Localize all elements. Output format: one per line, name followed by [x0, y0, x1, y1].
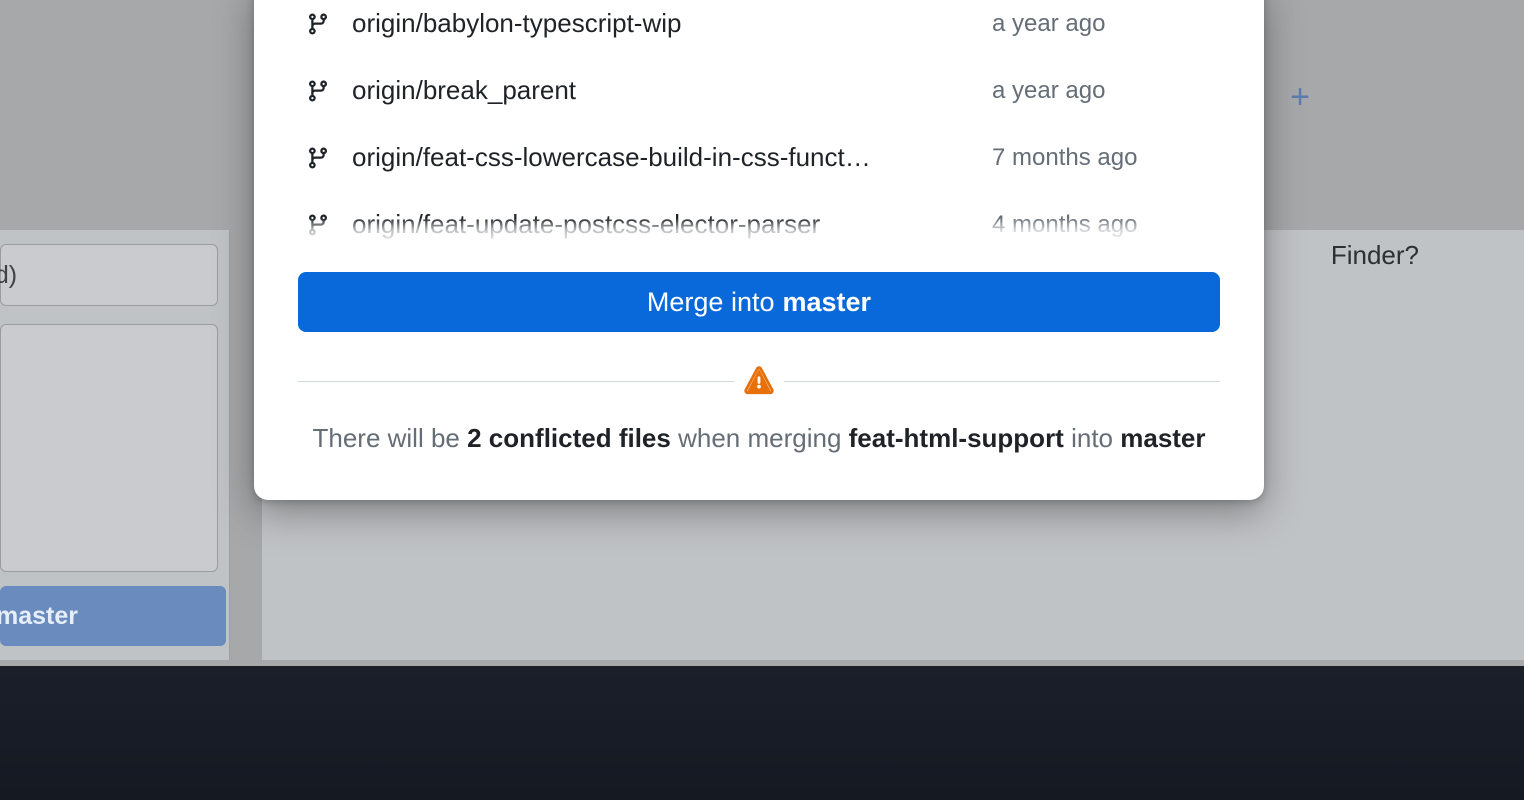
branch-row[interactable]: origin/break_parent a year ago — [254, 57, 1264, 124]
branch-time: 7 months ago — [992, 144, 1137, 172]
conflict-mid: when merging — [678, 423, 841, 453]
background-input-text: ed) — [0, 261, 17, 290]
conflict-pre: There will be — [312, 423, 459, 453]
conflict-count: 2 conflicted files — [467, 423, 671, 453]
background-finder-text: Finder? — [1331, 240, 1419, 271]
merge-into-branch-button[interactable]: Merge into master — [298, 272, 1220, 332]
git-branch-icon — [306, 211, 330, 239]
branch-name: origin/break_parent — [352, 75, 972, 106]
background-master-label: master — [0, 602, 78, 631]
branch-row[interactable]: origin/feat-update-postcss-elector-parse… — [254, 191, 1264, 248]
git-branch-icon — [306, 77, 330, 105]
plus-icon[interactable]: + — [1290, 78, 1310, 117]
branch-list[interactable]: origin/babylon-typescript-wip a year ago… — [254, 0, 1264, 248]
branch-time: 4 months ago — [992, 211, 1137, 239]
background-panel-body — [0, 324, 218, 572]
divider-line — [784, 381, 1220, 382]
branch-time: a year ago — [992, 10, 1105, 38]
conflict-warning-text: There will be 2 conflicted files when me… — [298, 418, 1220, 458]
branch-time: a year ago — [992, 77, 1105, 105]
branch-name: origin/babylon-typescript-wip — [352, 8, 972, 39]
divider-line — [298, 381, 734, 382]
background-input-field[interactable]: ed) — [0, 244, 218, 306]
conflict-post: into — [1071, 423, 1113, 453]
conflict-target-branch: master — [1120, 423, 1205, 453]
merge-section: Merge into master There will be 2 confli… — [254, 247, 1264, 458]
merge-button-target: master — [783, 287, 872, 318]
branch-name: origin/feat-update-postcss-elector-parse… — [352, 209, 972, 240]
conflict-source-branch: feat-html-support — [849, 423, 1064, 453]
background-master-button[interactable]: master — [0, 586, 226, 646]
git-branch-icon — [306, 144, 330, 172]
branch-row[interactable]: origin/feat-css-lowercase-build-in-css-f… — [254, 124, 1264, 191]
warning-icon — [744, 366, 774, 396]
warning-divider — [298, 366, 1220, 396]
merge-branch-modal: origin/babylon-typescript-wip a year ago… — [254, 0, 1264, 500]
merge-button-prefix: Merge into — [647, 287, 775, 318]
branch-name: origin/feat-css-lowercase-build-in-css-f… — [352, 142, 972, 173]
background-dark-footer — [0, 666, 1524, 800]
git-branch-icon — [306, 10, 330, 38]
branch-row[interactable]: origin/babylon-typescript-wip a year ago — [254, 0, 1264, 57]
